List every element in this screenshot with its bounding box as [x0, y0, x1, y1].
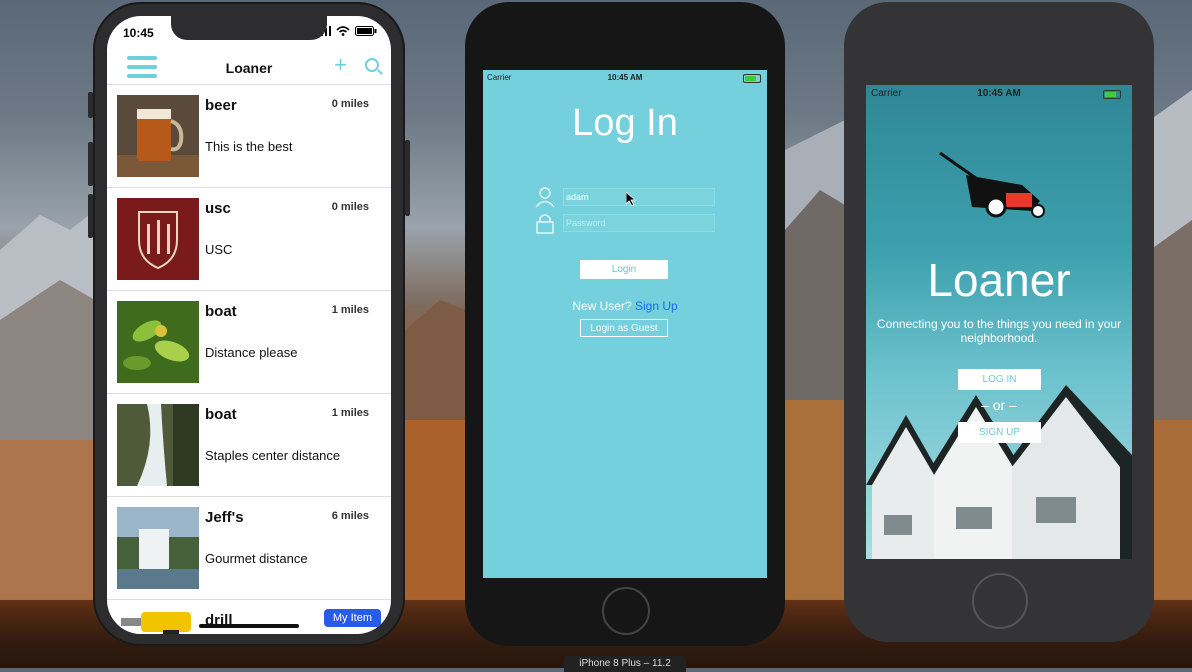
home-button[interactable]	[972, 573, 1028, 629]
mute-switch	[88, 92, 93, 118]
item-distance: 0 miles	[331, 98, 369, 110]
list-item[interactable]: boat 1 miles Staples center distance	[107, 394, 391, 497]
mouse-cursor-icon	[626, 192, 636, 206]
drill-thumbnail	[117, 608, 199, 634]
or-divider: – or –	[981, 397, 1017, 413]
leaf-thumbnail	[117, 301, 199, 383]
volume-up-button	[88, 142, 93, 186]
item-title: boat	[205, 303, 237, 320]
item-distance: 1 miles	[331, 407, 369, 419]
simulator-label: iPhone 8 Plus – 11.2	[564, 656, 686, 672]
wifi-icon	[336, 26, 350, 36]
item-distance: 1 miles	[331, 304, 369, 316]
battery-icon	[1103, 90, 1121, 99]
battery-icon	[355, 26, 377, 36]
item-description: This is the best	[205, 139, 293, 154]
list-item[interactable]: drill My Item	[107, 600, 391, 634]
status-bar: Carrier 10:45 AM	[871, 88, 1127, 99]
list-item[interactable]: usc 0 miles USC	[107, 188, 391, 291]
notch	[171, 16, 327, 40]
item-title: usc	[205, 200, 231, 217]
home-button[interactable]	[602, 587, 650, 635]
falls-thumbnail	[117, 507, 199, 589]
sign-up-link[interactable]: Sign Up	[635, 299, 678, 313]
item-distance: 0 miles	[331, 201, 369, 213]
lawnmower-logo-icon	[939, 151, 1045, 218]
password-field[interactable]: Password	[563, 214, 715, 232]
iphone-x-device: 10:45 Loaner + beer 0 miles This is the …	[88, 2, 410, 646]
item-title: Jeff's	[205, 509, 244, 526]
add-icon[interactable]: +	[334, 54, 347, 76]
battery-icon	[743, 74, 761, 83]
list-item[interactable]: beer 0 miles This is the best	[107, 85, 391, 188]
login-button[interactable]: LOG IN	[958, 369, 1041, 390]
new-user-line: New User? Sign Up	[483, 299, 767, 313]
status-time: 10:45	[123, 26, 154, 40]
usc-thumbnail	[117, 198, 199, 280]
search-icon[interactable]	[365, 58, 379, 72]
signup-button[interactable]: SIGN UP	[958, 422, 1041, 443]
nav-bar: Loaner +	[107, 48, 391, 85]
page-title: Log In	[572, 102, 678, 144]
app-title: Loaner	[927, 254, 1071, 306]
item-list: beer 0 miles This is the best usc 0 mile…	[107, 85, 391, 634]
login-button[interactable]: Login	[580, 260, 668, 279]
home-indicator[interactable]	[199, 624, 299, 628]
user-icon	[535, 187, 555, 208]
tagline: Connecting you to the things you need in…	[876, 317, 1122, 345]
iphone-device-welcome: Carrier 10:45 AM Loaner Connecting you t…	[844, 2, 1154, 642]
item-description: USC	[205, 242, 233, 257]
item-description: Gourmet distance	[205, 551, 308, 566]
lock-icon	[536, 214, 554, 234]
item-description: Staples center distance	[205, 448, 341, 463]
loaner-list-screen: 10:45 Loaner + beer 0 miles This is the …	[107, 16, 391, 634]
status-time: 10:45 AM	[977, 88, 1021, 99]
item-title: boat	[205, 406, 237, 423]
item-title: beer	[205, 97, 237, 114]
volume-down-button	[88, 194, 93, 238]
status-bar: Carrier 10:45 AM	[487, 73, 763, 85]
beer-thumbnail	[117, 95, 199, 177]
list-item[interactable]: Jeff's 6 miles Gourmet distance	[107, 497, 391, 600]
nav-title: Loaner	[225, 60, 273, 76]
guest-login-button[interactable]: Login as Guest	[580, 319, 668, 337]
username-field[interactable]: adam	[563, 188, 715, 206]
new-user-label: New User?	[572, 299, 632, 313]
waterfall-thumbnail	[117, 404, 199, 486]
status-time: 10:45 AM	[607, 73, 643, 82]
login-screen: Carrier 10:45 AM Log In adam Password Lo…	[483, 70, 767, 578]
item-distance: 6 miles	[331, 510, 369, 522]
item-description: Distance please	[205, 345, 298, 360]
welcome-screen: Carrier 10:45 AM Loaner Connecting you t…	[866, 85, 1132, 559]
list-item[interactable]: boat 1 miles Distance please	[107, 291, 391, 394]
my-item-badge: My Item	[323, 609, 381, 627]
power-button	[405, 140, 410, 216]
iphone-device-login: Carrier 10:45 AM Log In adam Password Lo…	[465, 2, 785, 646]
